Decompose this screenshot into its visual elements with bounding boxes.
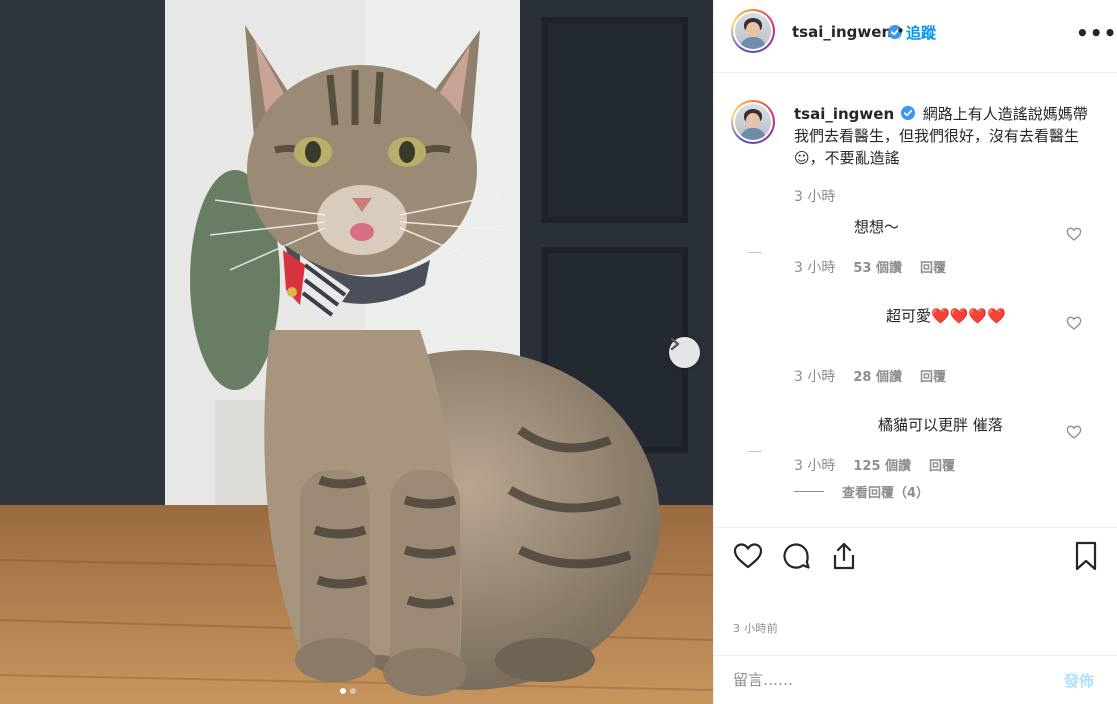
chevron-right-icon <box>670 337 680 351</box>
post-photo[interactable] <box>0 0 713 704</box>
verified-badge-icon <box>900 106 915 120</box>
more-options-icon[interactable]: ••• <box>1076 21 1117 45</box>
comment-time: 3 小時 <box>794 458 836 474</box>
comment-likes[interactable]: 28 個讚 <box>853 366 902 386</box>
comment-avatar-placeholder <box>748 252 762 253</box>
post-side-panel: tsai_ingwen • 追蹤 ••• tsai_ingwen 網路上有人造謠… <box>713 0 1117 704</box>
view-replies-line <box>794 491 824 492</box>
post-actions <box>714 527 1117 587</box>
carousel-indicator <box>340 688 356 694</box>
carousel-dot-active <box>340 688 346 694</box>
comment-text: 橘貓可以更胖 催落 <box>878 416 1003 434</box>
next-photo-button[interactable] <box>669 337 700 368</box>
post-caption: tsai_ingwen 網路上有人造謠說媽媽帶我們去看醫生，但我們很好，沒有去看… <box>794 103 1094 169</box>
header-separator: • <box>896 22 905 40</box>
comment-text: 想想～ <box>854 218 900 236</box>
comments-section: tsai_ingwen 網路上有人造謠說媽媽帶我們去看醫生，但我們很好，沒有去看… <box>714 74 1117 526</box>
view-replies-label: 查看回覆（4） <box>842 486 930 501</box>
comment-meta: 3 小時 53 個讚 回覆 <box>794 257 946 277</box>
posted-time: 3 小時前 <box>733 622 778 635</box>
cat-photo-image <box>0 0 713 704</box>
comment-meta: 3 小時 125 個讚 回覆 <box>794 455 955 475</box>
share-icon[interactable] <box>828 540 860 572</box>
comment-likes[interactable]: 125 個讚 <box>853 455 911 475</box>
header-username[interactable]: tsai_ingwen <box>792 23 892 41</box>
caption-username[interactable]: tsai_ingwen <box>794 105 894 123</box>
comment-like-heart-icon[interactable] <box>1066 424 1082 440</box>
view-replies-button[interactable]: 查看回覆（4） <box>794 482 929 501</box>
reply-button[interactable]: 回覆 <box>920 257 946 277</box>
reply-button[interactable]: 回覆 <box>920 366 946 386</box>
comment-like-heart-icon[interactable] <box>1066 315 1082 331</box>
comment-avatar-placeholder <box>748 451 762 452</box>
comment-like-heart-icon[interactable] <box>1066 226 1082 242</box>
comment-text: 超可愛❤️❤️❤️❤️ <box>886 307 1006 325</box>
comment-meta: 3 小時 28 個讚 回覆 <box>794 366 946 386</box>
comment-time: 3 小時 <box>794 260 836 276</box>
post-header: tsai_ingwen • 追蹤 ••• <box>714 0 1117 73</box>
heart-icon[interactable] <box>732 540 764 572</box>
caption-avatar[interactable] <box>731 100 775 144</box>
comment-compose: 發佈 <box>714 655 1117 704</box>
reply-button[interactable]: 回覆 <box>929 455 955 475</box>
post-comment-button[interactable]: 發佈 <box>1064 670 1094 691</box>
caption-time: 3 小時 <box>794 189 836 205</box>
bookmark-icon[interactable] <box>1070 540 1102 572</box>
comment-likes[interactable]: 53 個讚 <box>853 257 902 277</box>
comment-icon[interactable] <box>780 540 812 572</box>
comment-time: 3 小時 <box>794 369 836 385</box>
carousel-dot <box>350 688 356 694</box>
follow-button[interactable]: 追蹤 <box>906 22 936 43</box>
comment-input[interactable] <box>733 668 1033 692</box>
avatar[interactable] <box>731 9 775 53</box>
